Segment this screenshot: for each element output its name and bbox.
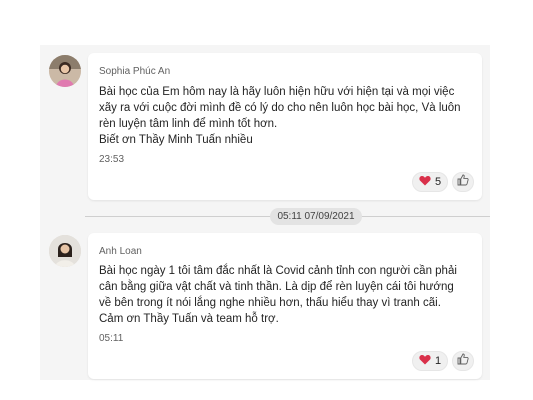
message-line: về bên trong ít nói lắng nghe nhiều hơn,… — [99, 297, 441, 309]
heart-icon — [419, 175, 431, 189]
thumbs-up-icon — [457, 173, 469, 191]
message-line: Cảm ơn Thầy Tuấn và team hỗ trợ. — [99, 313, 279, 325]
message-time: 23:53 — [99, 154, 125, 165]
heart-icon — [419, 354, 431, 368]
like-button[interactable] — [452, 172, 475, 192]
reaction-count: 5 — [435, 176, 442, 188]
heart-reaction-button[interactable]: 1 — [412, 351, 449, 371]
message-text: Bài học ngày 1 tôi tâm đắc nhất là Covid… — [99, 263, 457, 327]
thumbs-up-icon — [457, 352, 469, 370]
message-line: Bài học của Em hôm nay là hãy luôn hiện … — [99, 86, 455, 98]
like-button[interactable] — [452, 351, 475, 371]
reaction-count: 1 — [435, 355, 442, 367]
sender-name: Anh Loan — [99, 246, 142, 257]
date-divider: 05:11 07/09/2021 — [270, 208, 362, 225]
message-line: cân bằng giữa vật chất và tinh thần. Là … — [99, 281, 454, 293]
sender-name: Sophia Phúc An — [99, 66, 171, 77]
message-text: Bài học của Em hôm nay là hãy luôn hiện … — [99, 84, 461, 148]
message-line: Bài học ngày 1 tôi tâm đắc nhất là Covid… — [99, 265, 457, 277]
heart-reaction-button[interactable]: 5 — [412, 172, 449, 192]
message-line: Biết ơn Thầy Minh Tuấn nhiều — [99, 134, 253, 146]
reactions-bar: 5 — [412, 172, 475, 192]
reactions-bar: 1 — [412, 351, 475, 371]
message-line: xãy ra với cuộc đời mình đề có lý do cho… — [99, 102, 461, 114]
avatar[interactable] — [49, 55, 81, 87]
avatar[interactable] — [49, 235, 81, 267]
message-line: rèn luyện tâm linh để mình tốt hơn. — [99, 118, 278, 130]
message-time: 05:11 — [99, 333, 124, 344]
